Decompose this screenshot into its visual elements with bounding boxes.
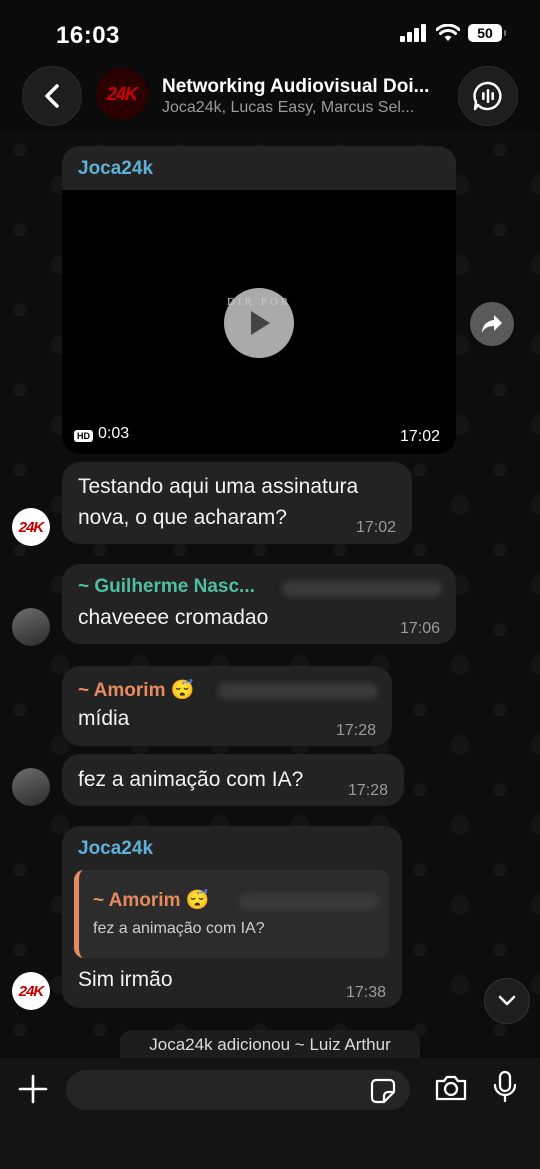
message-bubble[interactable]: ~ Guilherme Nasc... chaveeee cromadao 17… <box>62 564 456 644</box>
blurred-phone-number <box>218 683 378 699</box>
chat-header: 24K Networking Audiovisual Doi... Joca24… <box>0 60 540 132</box>
blurred-phone-number <box>239 894 379 910</box>
scroll-to-bottom-button[interactable] <box>484 978 530 1024</box>
microphone-icon <box>493 1070 517 1103</box>
message-text-line: nova, o que acharam? <box>78 506 287 529</box>
message-time: 17:28 <box>335 722 376 739</box>
sender-avatar[interactable]: 24K <box>12 508 50 546</box>
message-text: chaveeee cromadao <box>78 606 269 629</box>
quoted-text: fez a animação com IA? <box>93 920 265 937</box>
message-bubble[interactable]: ~ Amorim 😴 mídia 17:28 <box>62 666 392 746</box>
status-icons: 50 <box>400 24 506 42</box>
status-time: 16:03 <box>56 22 120 49</box>
battery-indicator: 50 <box>468 24 506 42</box>
back-button[interactable] <box>22 66 82 126</box>
sender-avatar[interactable]: 24K <box>12 972 50 1010</box>
message-sender: ~ Amorim 😴 <box>78 680 195 701</box>
signal-icon <box>400 24 426 42</box>
group-name[interactable]: Networking Audiovisual Doi... <box>162 76 442 98</box>
message-text-line: Testando aqui uma assinatura <box>78 475 359 498</box>
hd-badge: HD <box>74 430 93 442</box>
group-avatar-logo: 24K <box>106 83 138 104</box>
blurred-phone-number <box>282 581 442 597</box>
sticker-button[interactable] <box>370 1078 396 1109</box>
message-bubble[interactable]: Testando aqui uma assinatura nova, o que… <box>62 462 412 544</box>
attach-button[interactable] <box>16 1072 50 1106</box>
plus-icon <box>18 1074 48 1104</box>
message-time: 17:06 <box>399 620 440 637</box>
group-avatar[interactable]: 24K <box>96 68 148 120</box>
play-button[interactable] <box>224 288 294 358</box>
sender-avatar[interactable] <box>12 768 50 806</box>
microphone-button[interactable] <box>492 1070 518 1109</box>
quoted-message[interactable]: ~ Amorim 😴 fez a animação com IA? <box>74 870 389 958</box>
message-text: mídia <box>78 707 130 730</box>
message-sender: Joca24k <box>78 838 154 859</box>
message-sender: Joca24k <box>78 158 154 179</box>
message-bubble[interactable]: fez a animação com IA? 17:28 <box>62 754 404 806</box>
message-time: 17:28 <box>347 782 388 799</box>
avatar-logo: 24K <box>18 982 45 1000</box>
sender-avatar[interactable] <box>12 608 50 646</box>
reply-message-bubble[interactable]: Joca24k ~ Amorim 😴 fez a animação com IA… <box>62 826 402 1008</box>
video-duration: 0:03 <box>98 425 130 442</box>
status-bar: 16:03 50 <box>0 0 540 60</box>
message-time: 17:02 <box>355 519 396 536</box>
system-notice: Joca24k adicionou ~ Luiz Arthur <box>120 1030 420 1060</box>
camera-button[interactable] <box>434 1074 468 1107</box>
message-text: Sim irmão <box>78 968 173 991</box>
video-player[interactable]: DIR POR HD 0:03 17:02 <box>62 190 456 454</box>
chevron-down-icon <box>498 995 516 1006</box>
message-text: fez a animação com IA? <box>78 768 304 791</box>
forward-button[interactable] <box>470 302 514 346</box>
voice-chat-icon <box>473 81 502 111</box>
camera-icon <box>435 1075 467 1101</box>
forward-icon <box>482 315 502 333</box>
chevron-left-icon <box>45 84 59 108</box>
play-icon <box>251 311 270 335</box>
message-time: 17:38 <box>345 984 386 1001</box>
wifi-icon <box>436 24 460 41</box>
message-composer <box>0 1058 540 1169</box>
message-time: 17:02 <box>399 428 440 445</box>
message-input[interactable] <box>66 1070 410 1110</box>
group-members[interactable]: Joca24k, Lucas Easy, Marcus Sel... <box>162 99 442 117</box>
message-sender: ~ Guilherme Nasc... <box>78 576 255 597</box>
voice-chat-button[interactable] <box>458 66 518 126</box>
avatar-logo: 24K <box>18 518 45 536</box>
quoted-sender: ~ Amorim 😴 <box>93 890 210 911</box>
sticker-icon <box>370 1078 396 1104</box>
